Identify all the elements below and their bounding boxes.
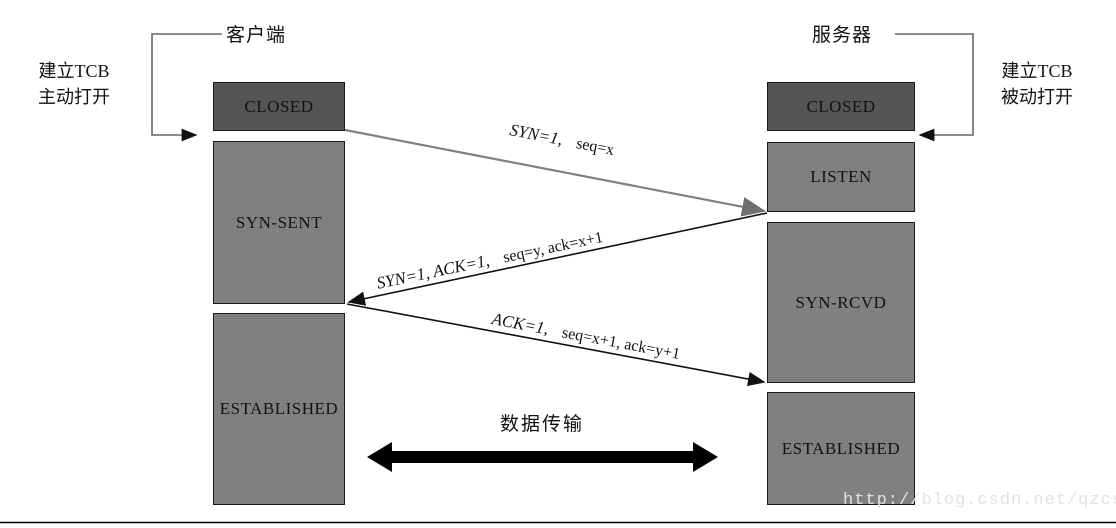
client-open-note-line2: 主动打开: [38, 87, 110, 107]
client-open-connector: [151, 33, 222, 142]
client-state-closed: CLOSED: [213, 82, 345, 131]
server-open-note-line1: 建立TCB: [1001, 61, 1073, 81]
server-state-listen: LISTEN: [767, 142, 915, 212]
diagram-vector-layer: [0, 33, 1116, 524]
tcp-handshake-diagram: 客户端 服务器 建立TCB 主动打开 建立TCB 被动打开 CLOSED SYN…: [0, 0, 1116, 528]
client-state-syn-sent-label: SYN-SENT: [235, 212, 323, 232]
client-open-note-line1: 建立TCB: [38, 61, 110, 81]
client-open-note: 建立TCB 主动打开: [38, 58, 110, 110]
client-state-established-label: ESTABLISHED: [219, 399, 339, 418]
watermark: http://blog.csdn.net/qzcsu: [843, 491, 1116, 510]
server-state-syn-rcvd: SYN-RCVD: [767, 222, 915, 383]
server-state-closed: CLOSED: [767, 82, 915, 131]
server-state-established-label: ESTABLISHED: [781, 438, 901, 458]
server-state-listen-label: LISTEN: [810, 167, 872, 186]
server-state-closed-label: CLOSED: [806, 96, 876, 116]
data-transfer-arrow: [367, 442, 718, 472]
client-state-closed-label: CLOSED: [244, 96, 314, 116]
arrow-syn-ack: [347, 212, 768, 306]
server-open-note-line2: 被动打开: [1001, 87, 1073, 107]
client-state-established: ESTABLISHED: [213, 313, 345, 505]
server-state-established: ESTABLISHED: [767, 392, 915, 505]
client-title: 客户端: [226, 25, 287, 46]
arrow-ack: [346, 303, 766, 387]
server-state-syn-rcvd-label: SYN-RCVD: [795, 292, 887, 312]
server-title: 服务器: [812, 25, 873, 46]
client-state-syn-sent: SYN-SENT: [213, 141, 345, 304]
data-transfer-label: 数据传输: [500, 414, 585, 435]
server-open-note: 建立TCB 被动打开: [1001, 58, 1073, 110]
